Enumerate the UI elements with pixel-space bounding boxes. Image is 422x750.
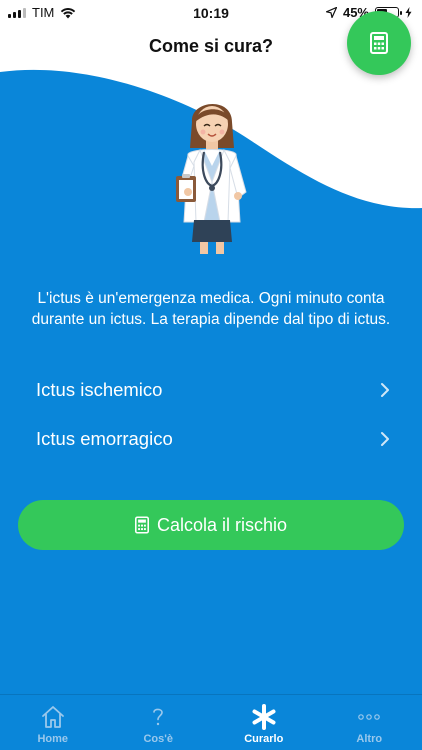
tab-cose[interactable]: Cos'è (106, 695, 212, 750)
more-icon (358, 714, 381, 720)
doctor-illustration (176, 103, 247, 254)
tab-label: Home (37, 733, 69, 745)
asterisk-icon (252, 704, 276, 730)
tab-label: Cos'è (143, 733, 173, 745)
list-item-label: Ictus ischemico (36, 379, 163, 400)
calculator-fab-button[interactable] (347, 11, 411, 75)
location-arrow-icon (325, 7, 337, 18)
charging-bolt-icon (405, 7, 412, 18)
list-item-ictus-ischemico[interactable]: Ictus ischemico (36, 374, 390, 406)
list-item-label: Ictus emorragico (36, 428, 173, 449)
tab-altro[interactable]: Altro (317, 695, 422, 750)
tab-label: Curarlo (244, 733, 284, 745)
calculator-icon (134, 516, 149, 534)
tab-home[interactable]: Home (0, 695, 106, 750)
list-item-ictus-emorragico[interactable]: Ictus emorragico (36, 423, 390, 455)
calculator-icon (370, 32, 388, 54)
tab-bar: Home Cos'è Curarlo Altro (0, 694, 422, 750)
question-icon (153, 708, 164, 726)
chevron-right-icon (381, 383, 389, 397)
chevron-right-icon (381, 432, 389, 446)
tab-label: Altro (356, 733, 383, 745)
intro-text: L'ictus è un'emergenza medica. Ogni minu… (31, 290, 391, 328)
calculate-risk-label: Calcola il rischio (156, 514, 288, 535)
calculate-risk-button[interactable]: Calcola il rischio (18, 500, 404, 550)
tab-curarlo[interactable]: Curarlo (211, 695, 317, 750)
screen: TIM 10:19 45% Come si cura? L'ictus è un… (0, 0, 422, 750)
home-icon (41, 706, 64, 728)
